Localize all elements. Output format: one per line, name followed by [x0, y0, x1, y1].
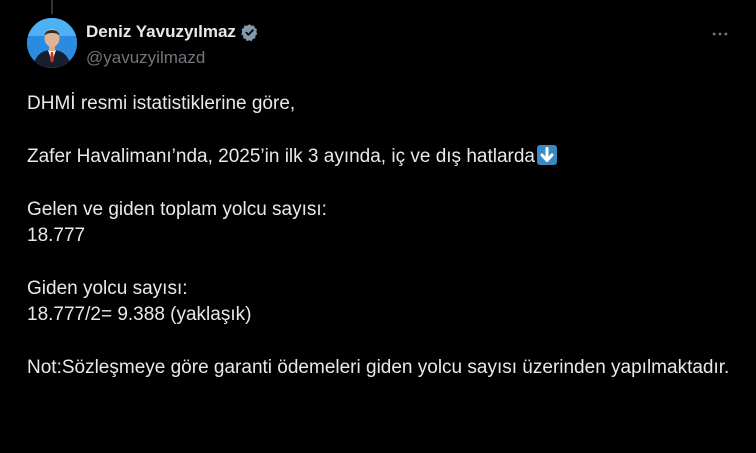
- more-options-icon[interactable]: [706, 20, 734, 48]
- tweet-line: Not:Sözleşmeye göre garanti ödemeleri gi…: [27, 357, 730, 378]
- verified-badge-icon: [240, 23, 259, 42]
- tweet-line: 18.777/2= 9.388 (yaklaşık): [27, 304, 252, 325]
- tweet-paragraph: Not:Sözleşmeye göre garanti ödemeleri gi…: [27, 355, 737, 381]
- tweet-paragraph: DHMİ resmi istatistiklerine göre,: [27, 91, 737, 117]
- tweet-line: Giden yolcu sayısı:: [27, 278, 188, 299]
- tweet-line: 18.777: [27, 225, 86, 246]
- thread-connector-line: [51, 0, 53, 14]
- tweet-line: DHMİ resmi istatistiklerine göre,: [27, 93, 296, 114]
- author-name-row: Deniz Yavuzyılmaz: [86, 22, 259, 42]
- down-arrow-emoji-icon: [536, 144, 558, 166]
- tweet-line: Gelen ve giden toplam yolcu sayısı:: [27, 199, 327, 220]
- tweet-paragraph: Giden yolcu sayısı: 18.777/2= 9.388 (yakl…: [27, 276, 737, 328]
- tweet-paragraph: Gelen ve giden toplam yolcu sayısı: 18.77…: [27, 197, 737, 249]
- tweet-text: DHMİ resmi istatistiklerine göre, Zafer …: [27, 91, 737, 408]
- tweet-paragraph: Zafer Havalimanı’nda, 2025’in ilk 3 ayın…: [27, 144, 737, 170]
- avatar[interactable]: [27, 18, 77, 68]
- author-handle[interactable]: @yavuzyilmazd: [86, 48, 205, 68]
- tweet-line: Zafer Havalimanı’nda, 2025’in ilk 3 ayın…: [27, 146, 535, 167]
- author-display-name[interactable]: Deniz Yavuzyılmaz: [86, 22, 236, 42]
- profile-photo-icon: [27, 18, 77, 68]
